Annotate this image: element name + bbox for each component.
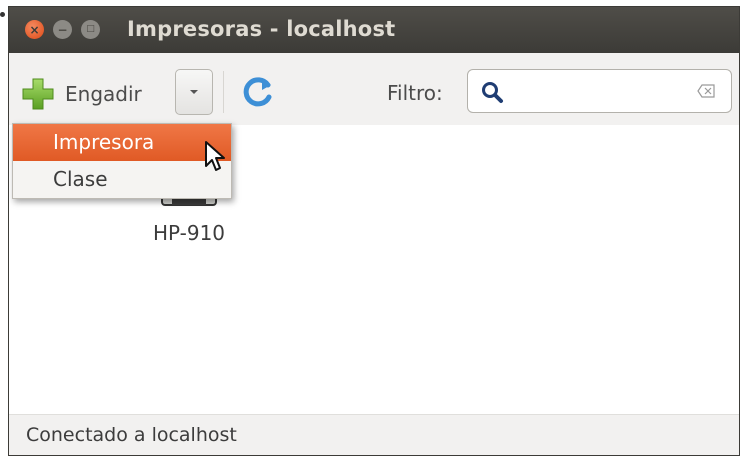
search-icon — [482, 82, 503, 103]
filter-input[interactable] — [467, 69, 732, 113]
refresh-icon[interactable] — [241, 75, 275, 109]
add-button-label: Engadir — [65, 82, 142, 106]
minimize-icon: − — [57, 22, 68, 37]
add-dropdown-menu: Impresora Clase — [12, 123, 232, 199]
printers-window: × − □ Impresoras - localhost Engadir Fil… — [8, 6, 740, 456]
close-icon: × — [29, 22, 40, 37]
add-dropdown-button[interactable] — [175, 69, 213, 115]
menu-item-printer[interactable]: Impresora — [13, 124, 231, 161]
minimize-window-button[interactable]: − — [53, 20, 72, 39]
maximize-window-button[interactable]: □ — [81, 20, 100, 39]
filter-label: Filtro: — [387, 81, 443, 105]
maximize-icon: □ — [86, 24, 95, 34]
chevron-down-icon — [190, 90, 198, 94]
status-text: Conectado a localhost — [26, 424, 237, 446]
status-bar: Conectado a localhost — [9, 414, 739, 455]
green-plus-icon — [22, 78, 54, 110]
add-button[interactable]: Engadir — [21, 73, 142, 115]
clear-icon[interactable] — [697, 84, 715, 98]
title-bar[interactable]: × − □ Impresoras - localhost — [9, 7, 739, 53]
mouse-cursor-icon — [205, 141, 225, 171]
close-window-button[interactable]: × — [25, 20, 44, 39]
toolbar-separator — [223, 71, 224, 113]
menu-item-class[interactable]: Clase — [13, 161, 231, 198]
toolbar: Engadir Filtro: — [9, 53, 739, 125]
printer-name: HP-910 — [152, 221, 226, 245]
bullet-dot — [0, 12, 5, 17]
window-title: Impresoras - localhost — [127, 17, 396, 41]
